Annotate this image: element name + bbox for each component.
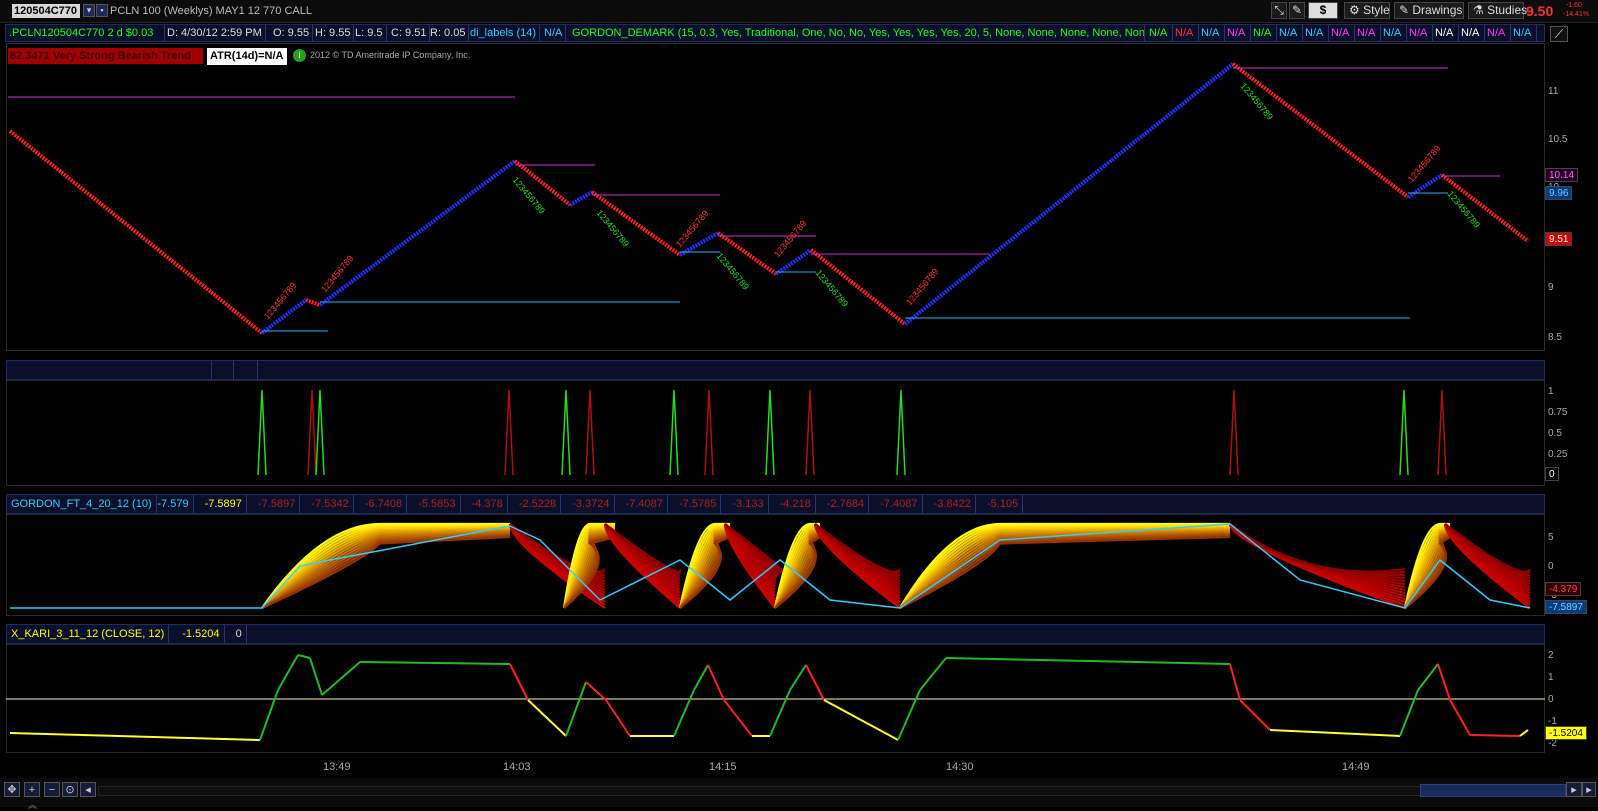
count-label: 123456789 [674,208,711,249]
count-label: 123456789 [319,253,356,294]
price-segment [8,129,264,335]
scroll-left-icon[interactable]: ◂ [80,782,96,797]
kari-segment [259,689,279,741]
kari-segment [1239,699,1271,731]
kari-segment [527,699,567,737]
kari-segment [1399,689,1419,737]
kari-segment [1417,663,1439,691]
scroll-right-icon[interactable]: ▸ [1566,782,1582,797]
gordon-ribbon [1229,523,1406,573]
signal-spike [315,389,325,476]
kari-segment [823,699,899,741]
signal-spike [1229,389,1239,476]
signal-spike [257,389,267,476]
signal-spike [1399,389,1409,476]
time-label: 14:30 [946,761,974,773]
kari-segment [945,657,1231,665]
count-label: 123456789 [813,268,850,309]
chart-canvas: 123456789123456789123456789123456789 1234… [6,62,1545,741]
kari-segment [309,657,323,696]
count-label: 123456789 [714,251,751,292]
signal-spike [504,389,514,476]
signal-spike [669,389,679,476]
time-label: 13:49 [323,761,351,773]
kari-segment [1519,729,1529,737]
signal-spike [704,389,714,476]
price-segment [903,62,1235,326]
kari-segment [565,681,587,737]
kari-segment [805,664,825,701]
gordon-ribbon [899,530,1231,609]
reset-zoom-icon[interactable]: ⊙ [62,782,78,797]
time-label: 14:49 [1342,761,1370,773]
kari-segment [723,699,753,737]
count-label: 123456789 [1238,81,1275,122]
kari-segment [707,664,725,701]
signal-spike [805,389,815,476]
price-segment [318,159,517,307]
kari-segment [1437,663,1451,701]
kari-segment [9,732,261,741]
count-label: 123456789 [262,280,299,321]
price-segment [1231,62,1410,199]
kari-segment [297,654,311,659]
kari-segment [789,664,807,691]
signal-spike [307,389,317,476]
price-segment [305,298,321,307]
pan-icon[interactable]: ✥ [4,782,20,797]
signal-spike [561,389,571,476]
zoom-in-icon[interactable]: + [24,782,40,797]
zoom-out-icon[interactable]: − [44,782,60,797]
kari-segment [605,699,631,737]
signal-spike [896,389,906,476]
scroll-track[interactable] [98,786,1564,796]
kari-segment [1229,663,1241,701]
time-label: 14:03 [503,761,531,773]
kari-segment [359,661,511,665]
price-segment [1440,173,1530,243]
kari-segment [1469,734,1521,737]
expand-icon[interactable]: ▸ [1582,782,1596,797]
kari-segment [673,689,695,737]
signal-spike [765,389,775,476]
time-label: 14:15 [709,761,737,773]
kari-segment [1269,729,1401,737]
kari-segment [769,689,791,737]
kari-segment [693,664,709,691]
count-label: 123456789 [1445,189,1482,230]
kari-segment [897,689,921,741]
signal-spike [585,389,595,476]
collapse-icon[interactable]: ︽ [28,798,37,811]
kari-segment [277,654,299,691]
scroll-thumb[interactable] [1420,784,1566,797]
kari-segment [321,661,361,696]
kari-segment [919,657,947,691]
signal-spike [1437,389,1447,476]
kari-segment [509,663,529,701]
kari-segment [585,681,607,701]
price-segment [568,190,594,207]
kari-segment [1449,699,1471,736]
